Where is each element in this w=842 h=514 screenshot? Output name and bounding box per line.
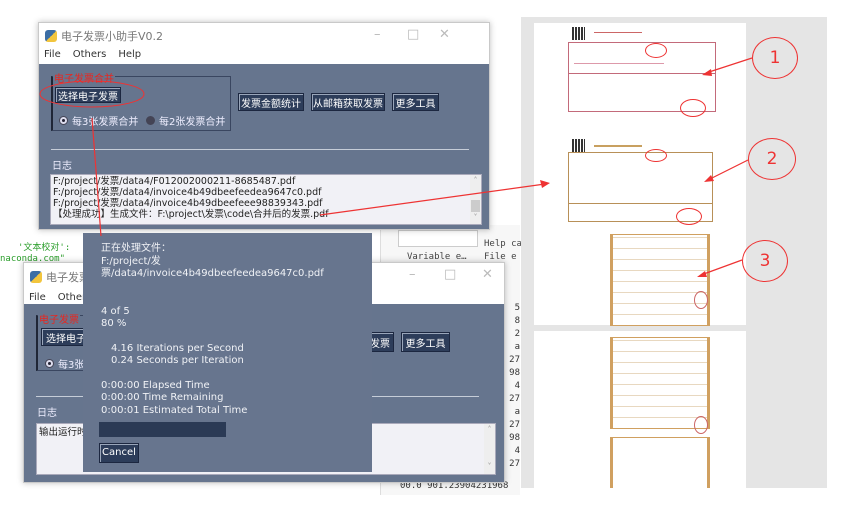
- arrow-to-dialog: [91, 117, 102, 237]
- select-button-highlight: [39, 80, 145, 108]
- annotation-overlay: [39, 57, 753, 277]
- arrow-to-pdf: [319, 183, 546, 216]
